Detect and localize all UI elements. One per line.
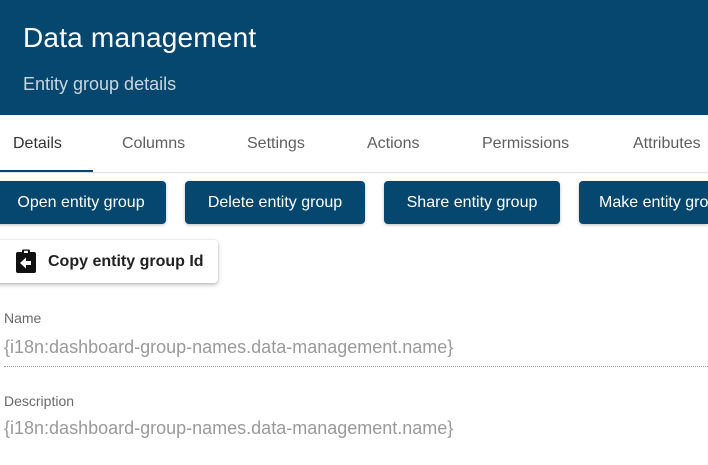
tab-bar: Details Columns Settings Actions Permiss… bbox=[0, 115, 708, 173]
active-tab-indicator bbox=[0, 170, 93, 172]
description-field-value: {i18n:dashboard-group-names.data-managem… bbox=[4, 418, 454, 438]
open-entity-group-label: Open entity group bbox=[17, 194, 145, 211]
make-entity-group-public-button[interactable]: Make entity group public bbox=[579, 181, 708, 224]
page-header: Data management Entity group details bbox=[0, 0, 708, 115]
tab-columns[interactable]: Columns bbox=[122, 115, 185, 172]
tab-settings[interactable]: Settings bbox=[247, 115, 305, 172]
name-field-label: Name bbox=[4, 310, 42, 326]
share-entity-group-button[interactable]: Share entity group bbox=[384, 181, 560, 224]
make-entity-group-public-label: Make entity group public bbox=[599, 194, 708, 211]
tab-permissions[interactable]: Permissions bbox=[482, 115, 569, 172]
name-field-value: {i18n:dashboard-group-names.data-managem… bbox=[4, 337, 454, 357]
share-entity-group-label: Share entity group bbox=[406, 194, 538, 211]
name-field-underline bbox=[4, 366, 708, 367]
delete-entity-group-button[interactable]: Delete entity group bbox=[185, 181, 365, 224]
description-field-label: Description bbox=[4, 393, 75, 409]
page-subtitle: Entity group details bbox=[23, 74, 177, 94]
tab-details[interactable]: Details bbox=[13, 115, 62, 172]
tab-attributes[interactable]: Attributes bbox=[633, 115, 701, 172]
open-entity-group-button[interactable]: Open entity group bbox=[0, 181, 166, 224]
tab-actions[interactable]: Actions bbox=[367, 115, 419, 172]
copy-entity-group-id-label: Copy entity group Id bbox=[48, 253, 204, 270]
copy-entity-group-id-button[interactable]: Copy entity group Id bbox=[0, 240, 218, 283]
page-title: Data management bbox=[23, 22, 257, 53]
delete-entity-group-label: Delete entity group bbox=[207, 194, 343, 211]
clipboard-arrow-left-icon bbox=[15, 249, 37, 274]
